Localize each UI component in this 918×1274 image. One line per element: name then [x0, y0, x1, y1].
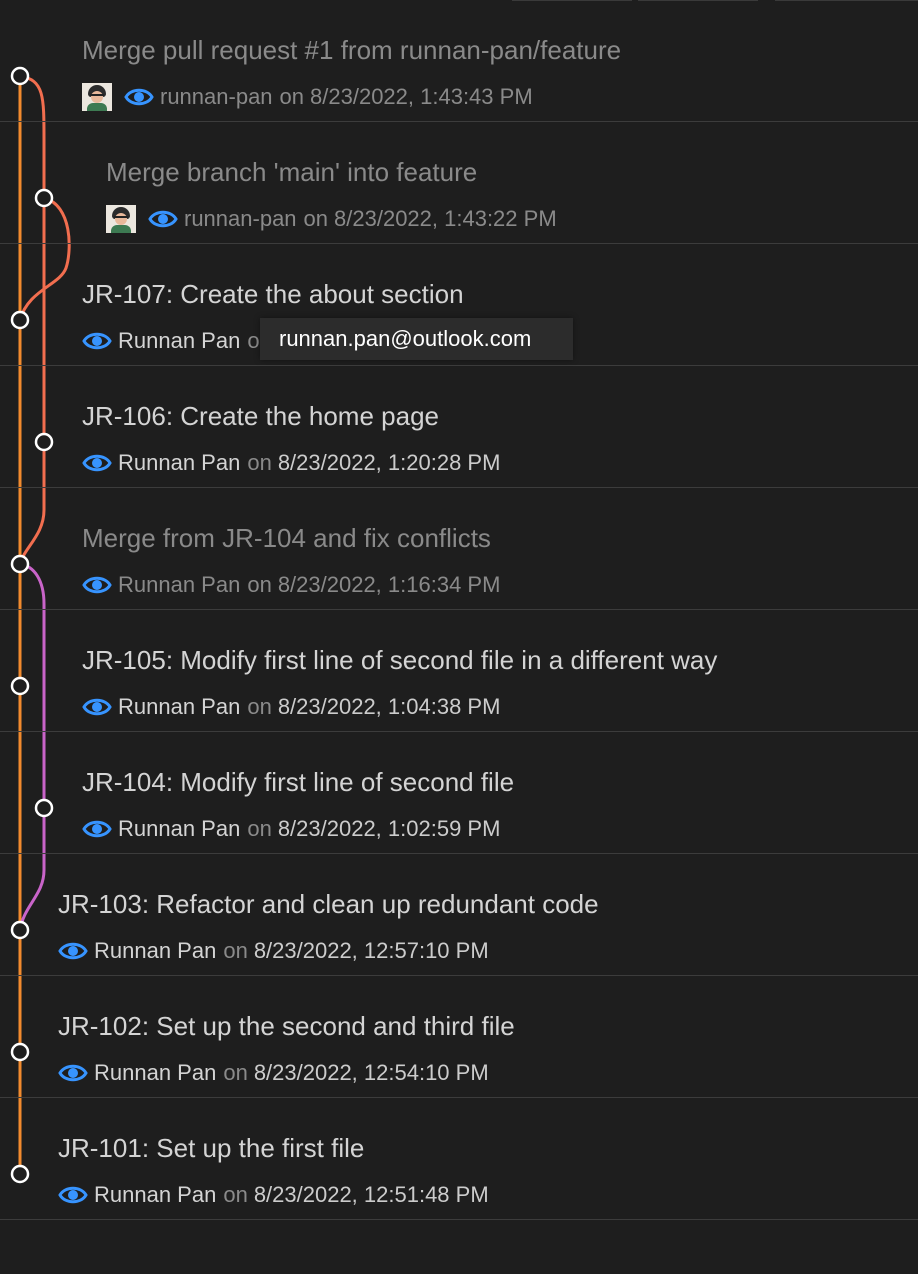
eye-icon[interactable]: [124, 82, 154, 112]
commit-meta: runnan-pan on 8/23/2022, 1:43:22 PM: [106, 202, 557, 236]
commit-date: 8/23/2022, 1:02:59 PM: [277, 816, 501, 841]
commit-message: JR-101: Set up the first file: [58, 1133, 365, 1163]
commit-message: JR-103: Refactor and clean up redundant …: [58, 889, 599, 919]
commit-message: JR-106: Create the home page: [82, 401, 439, 431]
commit-meta: Runnan Pan on 8/23/2022, 1:02:59 PM: [82, 812, 500, 846]
eye-icon[interactable]: [58, 936, 88, 966]
commit-date: 8/23/2022, 1:43:22 PM: [334, 206, 557, 231]
commit-meta: Runnan Pan on 8/23/2022, 1:20:28 PM: [82, 446, 500, 480]
commit-date: 8/23/2022, 12:51:48 PM: [253, 1182, 489, 1207]
commit-date: 8/23/2022, 12:54:10 PM: [253, 1060, 489, 1085]
commit-author[interactable]: Runnan Pan: [118, 572, 240, 598]
on-label: on: [223, 1060, 248, 1085]
commit-meta: Runnan Pan on 8/23/2022, 1:16:34 PM: [82, 568, 500, 602]
commit-date: 8/23/2022, 1:20:28 PM: [277, 450, 501, 475]
commit-row[interactable]: JR-101: Set up the first file Runnan Pan o…: [0, 1098, 918, 1220]
commit-author[interactable]: Runnan Pan: [118, 450, 240, 476]
commit-message: JR-104: Modify first line of second file: [82, 767, 515, 797]
commit-message: JR-107: Create the about section: [82, 279, 464, 309]
commit-message: Merge branch 'main' into feature: [106, 157, 478, 187]
commit-meta: Runnan Pan on 8/23/2022, 12:51:48 PM: [58, 1178, 489, 1212]
commit-author[interactable]: Runnan Pan: [94, 1060, 216, 1086]
commit-author[interactable]: runnan-pan: [160, 84, 273, 110]
on-label: on: [223, 938, 248, 963]
eye-icon[interactable]: [82, 326, 112, 356]
commit-row[interactable]: Merge from JR-104 and fix conflicts Runna…: [0, 488, 918, 610]
eye-icon[interactable]: [58, 1180, 88, 1210]
eye-icon[interactable]: [82, 692, 112, 722]
avatar: [106, 205, 136, 233]
eye-icon[interactable]: [148, 204, 178, 234]
eye-icon[interactable]: [82, 570, 112, 600]
commit-author[interactable]: Runnan Pan: [94, 1182, 216, 1208]
on-label: on: [247, 450, 272, 475]
commit-row[interactable]: JR-103: Refactor and clean up redundant …: [0, 854, 918, 976]
author-email-tooltip: runnan.pan@outlook.com: [260, 318, 573, 360]
on-label: on: [223, 1182, 248, 1207]
eye-icon[interactable]: [82, 814, 112, 844]
commit-meta: Runnan Pan on 8/23/2022, 1:04:38 PM: [82, 690, 500, 724]
commit-meta: runnan-pan on 8/23/2022, 1:43:43 PM: [82, 80, 533, 114]
eye-icon[interactable]: [82, 448, 112, 478]
commit-meta: Runnan Pan on 8/23/2022, 12:54:10 PM: [58, 1056, 489, 1090]
commit-message: Merge pull request #1 from runnan-pan/fe…: [82, 35, 622, 65]
commit-row[interactable]: JR-105: Modify first line of second file…: [0, 610, 918, 732]
on-label: on: [247, 694, 272, 719]
commit-author[interactable]: Runnan Pan: [118, 816, 240, 842]
on-label: on: [247, 816, 272, 841]
on-label: on: [303, 206, 329, 231]
commit-date: 8/23/2022, 1:16:34 PM: [277, 572, 501, 597]
commit-date: 8/23/2022, 12:57:10 PM: [253, 938, 489, 963]
commit-author[interactable]: Runnan Pan: [118, 694, 240, 720]
on-label: on: [279, 84, 305, 109]
commit-row[interactable]: Merge branch 'main' into feature runnan-p…: [0, 122, 918, 244]
commit-author[interactable]: Runnan Pan: [118, 328, 240, 354]
commit-meta: Runnan Pan on 8/23/2022, 12:57:10 PM: [58, 934, 489, 968]
commit-date: 8/23/2022, 1:04:38 PM: [277, 694, 501, 719]
commit-author[interactable]: Runnan Pan: [94, 938, 216, 964]
commit-date: 8/23/2022, 1:43:43 PM: [310, 84, 533, 109]
commit-row[interactable]: JR-106: Create the home page Runnan Pan on…: [0, 366, 918, 488]
commit-row[interactable]: JR-102: Set up the second and third file…: [0, 976, 918, 1098]
avatar: [82, 83, 112, 111]
commit-author[interactable]: runnan-pan: [184, 206, 297, 232]
commit-message: JR-105: Modify first line of second file…: [82, 645, 718, 675]
commit-row[interactable]: JR-104: Modify first line of second file…: [0, 732, 918, 854]
on-label: on: [247, 572, 272, 597]
eye-icon[interactable]: [58, 1058, 88, 1088]
commit-row[interactable]: Merge pull request #1 from runnan-pan/fe…: [0, 0, 918, 122]
commit-message: Merge from JR-104 and fix conflicts: [82, 523, 491, 553]
commit-message: JR-102: Set up the second and third file: [58, 1011, 515, 1041]
